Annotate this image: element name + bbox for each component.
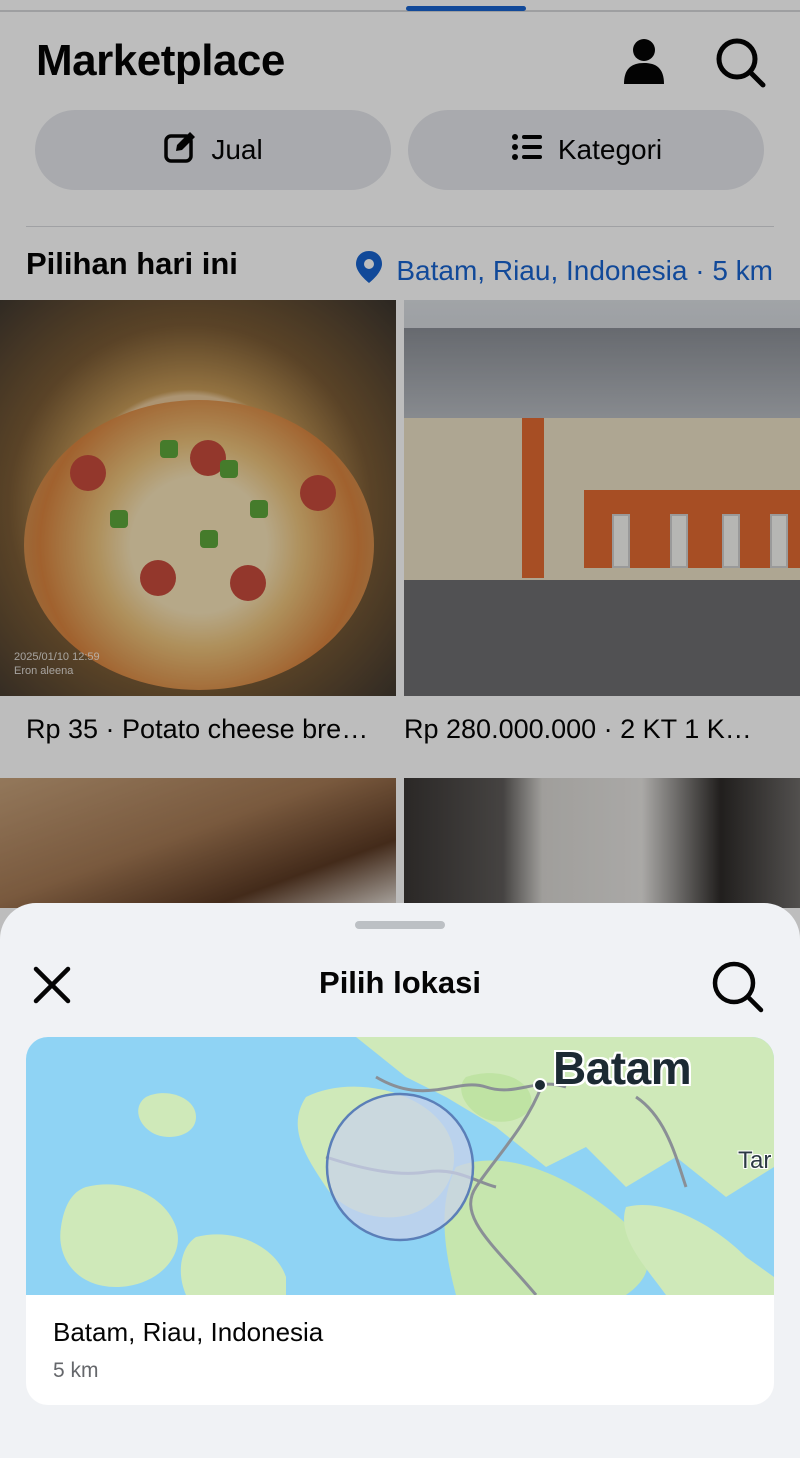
location-card[interactable]: Batam Tar Batam, Riau, Indonesia 5 km bbox=[26, 1037, 774, 1405]
map-city-label: Batam bbox=[553, 1042, 692, 1094]
sheet-grabber[interactable] bbox=[355, 921, 445, 929]
selected-location-name: Batam, Riau, Indonesia bbox=[53, 1317, 324, 1347]
info-icon[interactable] bbox=[720, 1241, 754, 1275]
location-map[interactable]: Batam Tar bbox=[26, 1037, 774, 1295]
sheet-title: Pilih lokasi bbox=[319, 965, 481, 1000]
search-icon[interactable] bbox=[710, 959, 764, 1013]
selected-location-radius: 5 km bbox=[53, 1359, 99, 1382]
location-picker-sheet: Pilih lokasi Batam Tar Batam, Riau, Indo… bbox=[0, 903, 800, 1458]
map-edge-label: Tar bbox=[738, 1147, 772, 1174]
